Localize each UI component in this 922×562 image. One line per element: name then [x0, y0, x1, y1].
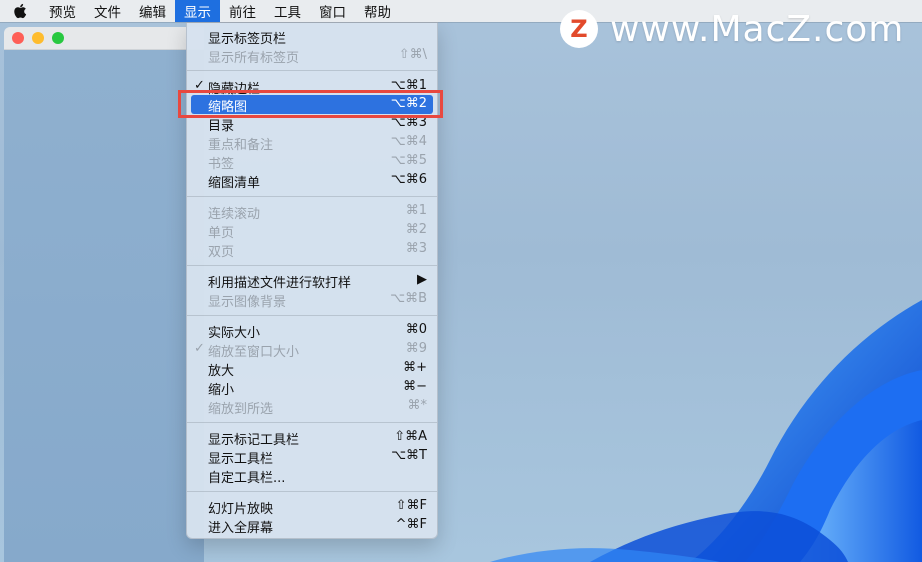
menu-item-zoom-in[interactable]: 放大 ⌘+	[191, 359, 433, 379]
wallpaper-bloom	[490, 300, 922, 562]
menu-separator	[187, 196, 437, 197]
menu-separator	[187, 70, 437, 71]
menu-file[interactable]: 文件	[85, 0, 130, 22]
apple-logo-icon[interactable]	[0, 0, 40, 22]
menu-item-show-all-tabs: 显示所有标签页 ⇧⌘\	[208, 47, 427, 66]
menu-item-zoom-out[interactable]: 缩小 ⌘−	[191, 378, 433, 398]
menu-view[interactable]: 显示	[175, 0, 220, 22]
menu-item-contact-sheet[interactable]: 缩图清单 ⌥⌘6	[191, 171, 433, 191]
menu-item-highlights-notes: 重点和备注 ⌥⌘4	[208, 134, 427, 153]
menu-item-actual-size[interactable]: 实际大小 ⌘0	[191, 321, 433, 341]
menu-item-slideshow[interactable]: 幻灯片放映 ⇧⌘F	[191, 497, 433, 517]
menu-item-show-image-background: 显示图像背景 ⌥⌘B	[208, 291, 427, 310]
menu-item-continuous-scroll: 连续滚动 ⌘1	[208, 203, 427, 222]
menu-edit[interactable]: 编辑	[130, 0, 175, 22]
menu-separator	[187, 265, 437, 266]
menu-item-show-tab-bar[interactable]: 显示标签页栏	[191, 27, 433, 47]
menu-separator	[187, 422, 437, 423]
minimize-button[interactable]	[32, 32, 44, 44]
menu-item-customize-toolbar[interactable]: 自定工具栏...	[191, 466, 433, 486]
close-button[interactable]	[12, 32, 24, 44]
window-titlebar	[4, 27, 204, 50]
menu-item-single-page: 单页 ⌘2	[208, 222, 427, 241]
macz-logo-icon: Z	[560, 10, 598, 48]
watermark: Z www.MacZ.com	[560, 8, 904, 50]
annotation-highlight-box	[178, 90, 443, 118]
menu-item-soft-proof[interactable]: 利用描述文件进行软打样 ▶	[191, 271, 433, 291]
menu-item-zoom-to-fit: ✓ 缩放至窗口大小 ⌘9	[194, 341, 427, 360]
menu-separator	[187, 491, 437, 492]
checkmark-icon: ✓	[194, 341, 205, 356]
window-content	[4, 50, 204, 562]
zoom-button[interactable]	[52, 32, 64, 44]
submenu-arrow-icon: ▶	[417, 272, 427, 287]
menu-item-show-toolbar[interactable]: 显示工具栏 ⌥⌘T	[191, 447, 433, 467]
menu-item-enter-full-screen[interactable]: 进入全屏幕 ^⌘F	[191, 516, 433, 536]
menu-separator	[187, 315, 437, 316]
menu-item-show-markup-toolbar[interactable]: 显示标记工具栏 ⇧⌘A	[191, 428, 433, 448]
watermark-text: www.MacZ.com	[610, 8, 905, 50]
menu-window[interactable]: 窗口	[310, 0, 355, 22]
menu-item-two-pages: 双页 ⌘3	[208, 241, 427, 260]
menu-tools[interactable]: 工具	[265, 0, 310, 22]
menu-item-bookmarks: 书签 ⌥⌘5	[208, 153, 427, 172]
menu-go[interactable]: 前往	[220, 0, 265, 22]
menu-help[interactable]: 帮助	[355, 0, 400, 22]
menu-item-zoom-to-selection: 缩放到所选 ⌘*	[208, 398, 427, 417]
menu-preview[interactable]: 预览	[40, 0, 85, 22]
